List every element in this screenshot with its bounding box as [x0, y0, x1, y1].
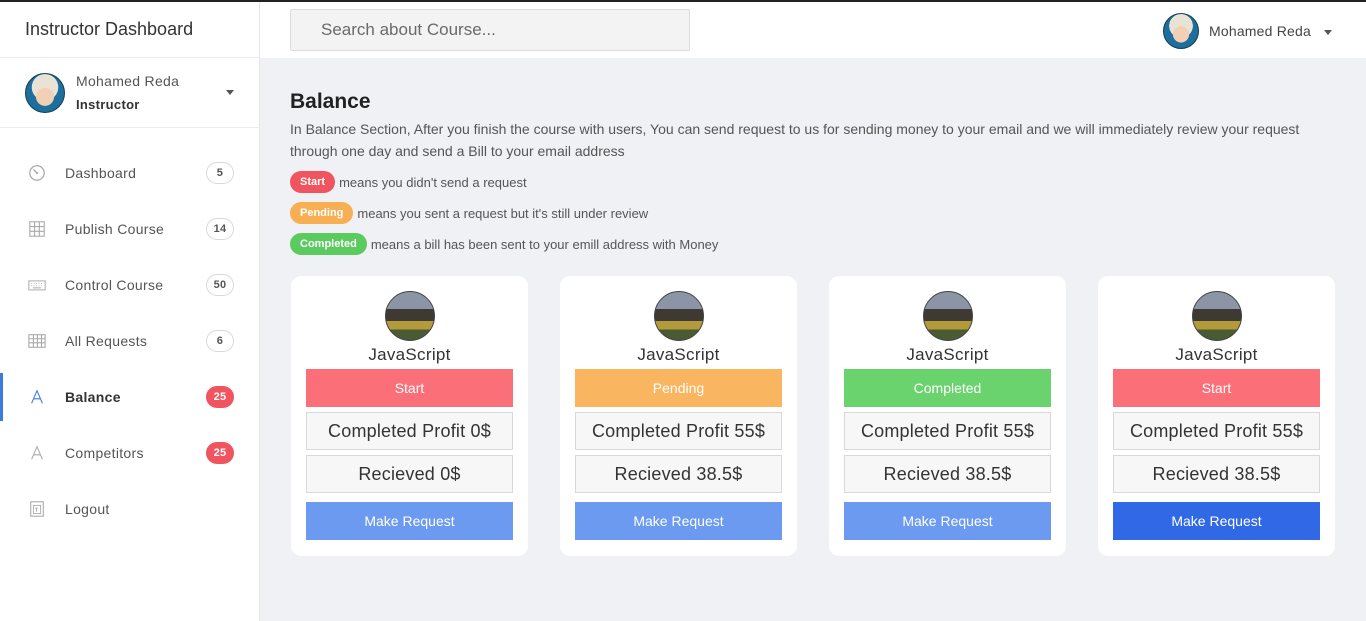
sidebar-item-label: Publish Course	[65, 221, 165, 237]
letter-a-icon	[27, 387, 47, 407]
avatar	[1162, 13, 1199, 49]
sidebar-user-menu[interactable]: Mohamed Reda Instructor	[0, 58, 259, 128]
top-user-name: Mohamed Reda	[1208, 23, 1311, 39]
logout-icon	[27, 499, 47, 519]
sidebar-item-publish-course[interactable]: Publish Course 14	[0, 201, 259, 257]
status-bar: Completed	[844, 369, 1051, 407]
legend-start: Start means you didn't send a request	[290, 171, 1336, 193]
course-name: JavaScript	[906, 345, 989, 364]
sidebar-item-all-requests[interactable]: All Requests 6	[0, 313, 259, 369]
course-name: JavaScript	[368, 345, 451, 364]
legend-text: means a bill has been sent to your emill…	[370, 236, 719, 252]
legend-text: means you sent a request but it's still …	[357, 205, 649, 221]
sidebar-item-label: Balance	[65, 389, 121, 405]
legend-pending: Pending means you sent a request but it'…	[290, 202, 1336, 224]
completed-profit: Completed Profit 55$	[844, 412, 1051, 450]
keyboard-icon	[27, 275, 47, 295]
received-amount: Recieved 38.5$	[1113, 455, 1320, 493]
sidebar-item-label: Dashboard	[65, 165, 137, 181]
grid-icon	[27, 219, 47, 239]
status-badge-start: Start	[290, 171, 336, 193]
course-card: JavaScript Completed Completed Profit 55…	[829, 276, 1066, 556]
sidebar-item-dashboard[interactable]: Dashboard 5	[0, 145, 259, 201]
course-cards: JavaScript Start Completed Profit 0$ Rec…	[291, 276, 1335, 556]
course-card: JavaScript Start Completed Profit 55$ Re…	[1098, 276, 1335, 556]
status-bar: Pending	[575, 369, 782, 407]
received-amount: Recieved 38.5$	[844, 455, 1051, 493]
avatar	[25, 72, 65, 113]
completed-profit: Completed Profit 55$	[575, 412, 782, 450]
course-card: JavaScript Pending Completed Profit 55$ …	[560, 276, 797, 556]
legend-text: means you didn't send a request	[339, 174, 527, 190]
make-request-button[interactable]: Make Request	[306, 502, 513, 540]
sidebar-item-balance[interactable]: Balance 25	[0, 369, 259, 425]
status-badge-completed: Completed	[290, 233, 367, 255]
sidebar-item-control-course[interactable]: Control Course 50	[0, 257, 259, 313]
make-request-button[interactable]: Make Request	[844, 502, 1051, 540]
balance-section: Balance In Balance Section, After you fi…	[290, 90, 1336, 255]
topbar: Mohamed Reda	[260, 2, 1366, 58]
sidebar-nav: Dashboard 5 Publish Course 14 Control Co…	[0, 145, 259, 537]
sidebar-user-name: Mohamed Reda	[76, 72, 180, 89]
chevron-down-icon[interactable]	[226, 90, 234, 95]
balance-description: In Balance Section, After you finish the…	[290, 121, 1300, 159]
status-bar: Start	[1113, 369, 1320, 407]
course-card: JavaScript Start Completed Profit 0$ Rec…	[291, 276, 528, 556]
make-request-button[interactable]: Make Request	[1113, 502, 1320, 540]
received-amount: Recieved 0$	[306, 455, 513, 493]
count-badge: 50	[206, 274, 234, 296]
sidebar-item-label: Competitors	[65, 445, 144, 461]
sidebar-item-label: All Requests	[65, 333, 148, 349]
chevron-down-icon[interactable]	[1324, 29, 1332, 35]
course-thumbnail	[923, 291, 973, 341]
sidebar-user-role: Instructor	[76, 96, 140, 112]
course-thumbnail	[385, 291, 435, 341]
status-bar: Start	[306, 369, 513, 407]
sidebar-item-logout[interactable]: Logout	[0, 481, 259, 537]
legend-completed: Completed means a bill has been sent to …	[290, 233, 1336, 255]
received-amount: Recieved 38.5$	[575, 455, 782, 493]
count-badge: 14	[206, 218, 234, 240]
make-request-button[interactable]: Make Request	[575, 502, 782, 540]
search-input[interactable]	[290, 9, 690, 51]
status-badge-pending: Pending	[290, 202, 354, 224]
course-name: JavaScript	[1175, 345, 1258, 364]
course-thumbnail	[1192, 291, 1242, 341]
top-user-menu[interactable]: Mohamed Reda	[1162, 13, 1332, 49]
count-badge: 25	[206, 386, 234, 408]
count-badge: 5	[206, 162, 234, 184]
sidebar-item-competitors[interactable]: Competitors 25	[0, 425, 259, 481]
completed-profit: Completed Profit 0$	[306, 412, 513, 450]
sidebar: Instructor Dashboard Mohamed Reda Instru…	[0, 2, 260, 621]
page-title: Balance	[290, 90, 371, 113]
sidebar-title: Instructor Dashboard	[0, 2, 259, 58]
course-thumbnail	[654, 291, 704, 341]
sidebar-item-label: Logout	[65, 501, 110, 517]
count-badge: 6	[206, 330, 234, 352]
sidebar-item-label: Control Course	[65, 277, 164, 293]
gauge-icon	[27, 163, 47, 183]
count-badge: 25	[206, 442, 234, 464]
table-icon	[27, 331, 47, 351]
letter-a-icon	[27, 443, 47, 463]
course-name: JavaScript	[637, 345, 720, 364]
completed-profit: Completed Profit 55$	[1113, 412, 1320, 450]
